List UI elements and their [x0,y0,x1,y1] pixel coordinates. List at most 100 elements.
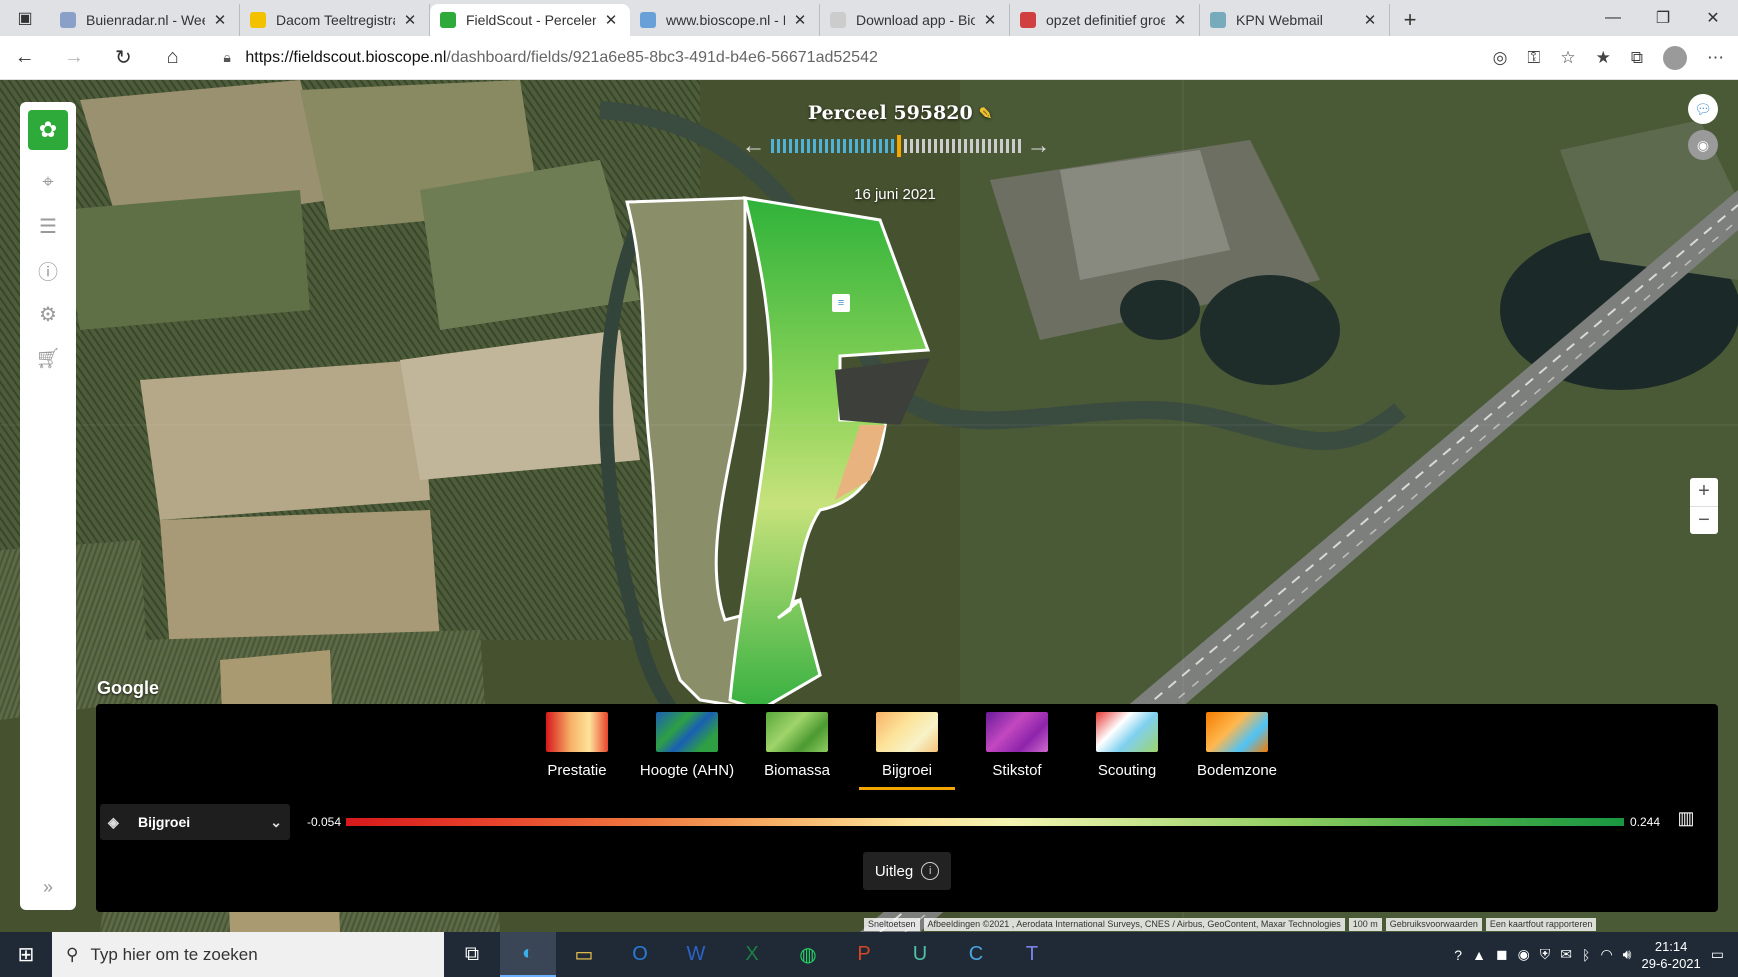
restore-icon[interactable]: ❐ [1638,8,1688,28]
close-tab-icon[interactable]: ✕ [981,11,999,29]
next-date-icon[interactable]: → [1021,132,1056,160]
task-view-icon[interactable]: ⧉ [444,932,500,977]
timeline-tick[interactable] [904,139,907,153]
chat-icon[interactable]: 💬︎ [1688,94,1718,124]
timeline-tick[interactable] [910,139,913,153]
timeline-tick[interactable] [994,139,997,153]
close-window-icon[interactable]: ✕ [1688,8,1738,28]
layer-tab[interactable]: Hoogte (AHN) [639,712,735,790]
timeline-tick[interactable] [801,139,804,153]
timeline-tick[interactable] [813,139,816,153]
timeline-tick[interactable] [867,139,870,153]
timeline-tick[interactable] [831,139,834,153]
timeline-tick[interactable] [1012,139,1015,153]
timeline-tick[interactable] [1000,139,1003,153]
attribution-item[interactable]: Gebruiksvoorwaarden [1385,918,1482,931]
timeline-tick[interactable] [849,139,852,153]
browser-tab[interactable]: FieldScout - Percelen ✕ [430,4,630,36]
shield-icon[interactable]: ⛨ [1540,946,1551,963]
timeline-tick[interactable] [964,139,967,153]
timeline-tick[interactable] [795,139,798,153]
powerpoint-icon[interactable]: P [836,932,892,977]
edge-icon[interactable]: ◐ [500,932,556,977]
timeline-tick[interactable] [988,139,991,153]
taskbar-search[interactable]: ⚲ Typ hier om te zoeken [52,932,444,977]
location-pin-icon[interactable]: ⌖ [28,162,68,202]
attribution-item[interactable]: Sneltoetsen [864,918,920,931]
timeline-tick[interactable] [819,139,822,153]
timeline-tick[interactable] [928,139,931,153]
my-location-icon[interactable]: ◉ [1688,130,1718,160]
outlook-tray-icon[interactable]: ✉ [1560,946,1572,963]
excel-icon[interactable]: X [724,932,780,977]
collections-icon[interactable]: ⧉ [1631,48,1643,68]
timeline-tick[interactable] [771,139,774,153]
help-icon[interactable]: ? [1454,947,1462,963]
timeline-tick[interactable] [970,139,973,153]
timeline-tick[interactable] [825,139,828,153]
refresh-icon[interactable]: ↻ [99,45,148,70]
timeline-tick[interactable] [934,139,937,153]
back-icon[interactable]: ← [0,46,49,69]
browser-tab[interactable]: www.bioscope.nl - Bin ✕ [630,4,820,36]
timeline-tick[interactable] [946,139,949,153]
more-icon[interactable]: ⋯ [1707,48,1724,68]
word-icon[interactable]: W [668,932,724,977]
home-icon[interactable]: ⌂ [148,46,197,69]
close-tab-icon[interactable]: ✕ [1171,11,1189,29]
timeline-tick[interactable] [861,139,864,153]
close-tab-icon[interactable]: ✕ [211,11,229,29]
previous-date-icon[interactable]: ← [736,132,771,160]
layer-tab[interactable]: Bodemzone [1189,712,1285,790]
minimize-icon[interactable]: — [1588,9,1638,27]
close-tab-icon[interactable]: ✕ [1361,11,1379,29]
expand-sidebar-icon[interactable]: » [43,877,53,898]
map-view[interactable]: ≡ ✿ ⌖ ☰ ⓘ ⚙ 🛒︎ » Perceel 595820 ✎ ← → 16 … [0,80,1738,932]
location-icon[interactable]: ◎ [1493,48,1508,68]
browser-tab[interactable]: Dacom Teeltregistratie ✕ [240,4,430,36]
uitleg-button[interactable]: Uitleg i [863,852,951,890]
close-tab-icon[interactable]: ✕ [791,11,809,29]
browser-tab[interactable]: KPN Webmail ✕ [1200,4,1390,36]
layer-tab[interactable]: Prestatie [529,712,625,790]
whatsapp-icon[interactable]: ◍ [780,932,836,977]
timeline-tick[interactable] [777,139,780,153]
profile-avatar[interactable] [1663,45,1687,70]
close-tab-icon[interactable]: ✕ [602,11,620,29]
ccleaner-icon[interactable]: C [948,932,1004,977]
chrome-icon[interactable]: ◉ [1518,946,1530,963]
timeline-tick[interactable] [873,139,876,153]
timeline-tick[interactable] [1006,139,1009,153]
timeline-tick[interactable] [940,139,943,153]
cart-icon[interactable]: 🛒︎ [28,338,68,378]
timeline-tick[interactable] [885,139,888,153]
zoom-in-icon[interactable]: + [1690,478,1718,507]
zoom-out-icon[interactable]: − [1690,507,1718,535]
edit-icon[interactable]: ✎ [979,104,992,123]
tab-actions-icon[interactable]: ▣ [0,0,50,36]
favorites-icon[interactable]: ★ [1596,48,1611,68]
timeline-tick[interactable] [897,135,901,157]
new-tab-button[interactable]: + [1390,4,1430,36]
volume-icon[interactable]: 🔊︎ [1623,946,1632,963]
timeline-ticks[interactable] [771,135,1021,157]
ultraedit-icon[interactable]: U [892,932,948,977]
layer-tab[interactable]: Bijgroei [859,712,955,790]
timeline-tick[interactable] [976,139,979,153]
file-explorer-icon[interactable]: ▭ [556,932,612,977]
system-clock[interactable]: 21:14 29-6-2021 [1641,938,1700,972]
timeline-tick[interactable] [789,139,792,153]
add-favorite-icon[interactable]: ☆ [1560,48,1575,68]
network-icon[interactable]: ◠ [1600,946,1612,963]
key-icon[interactable]: ⚿ [1527,48,1540,68]
timeline-tick[interactable] [837,139,840,153]
layer-tab[interactable]: Scouting [1079,712,1175,790]
timeline-tick[interactable] [922,139,925,153]
timeline-tick[interactable] [855,139,858,153]
forward-icon[interactable]: → [49,46,98,69]
info-icon[interactable]: ⓘ [28,250,68,290]
layer-tab[interactable]: Biomassa [749,712,845,790]
notifications-icon[interactable]: ▭ [1711,946,1724,963]
timeline-tick[interactable] [843,139,846,153]
timeline-tick[interactable] [952,139,955,153]
